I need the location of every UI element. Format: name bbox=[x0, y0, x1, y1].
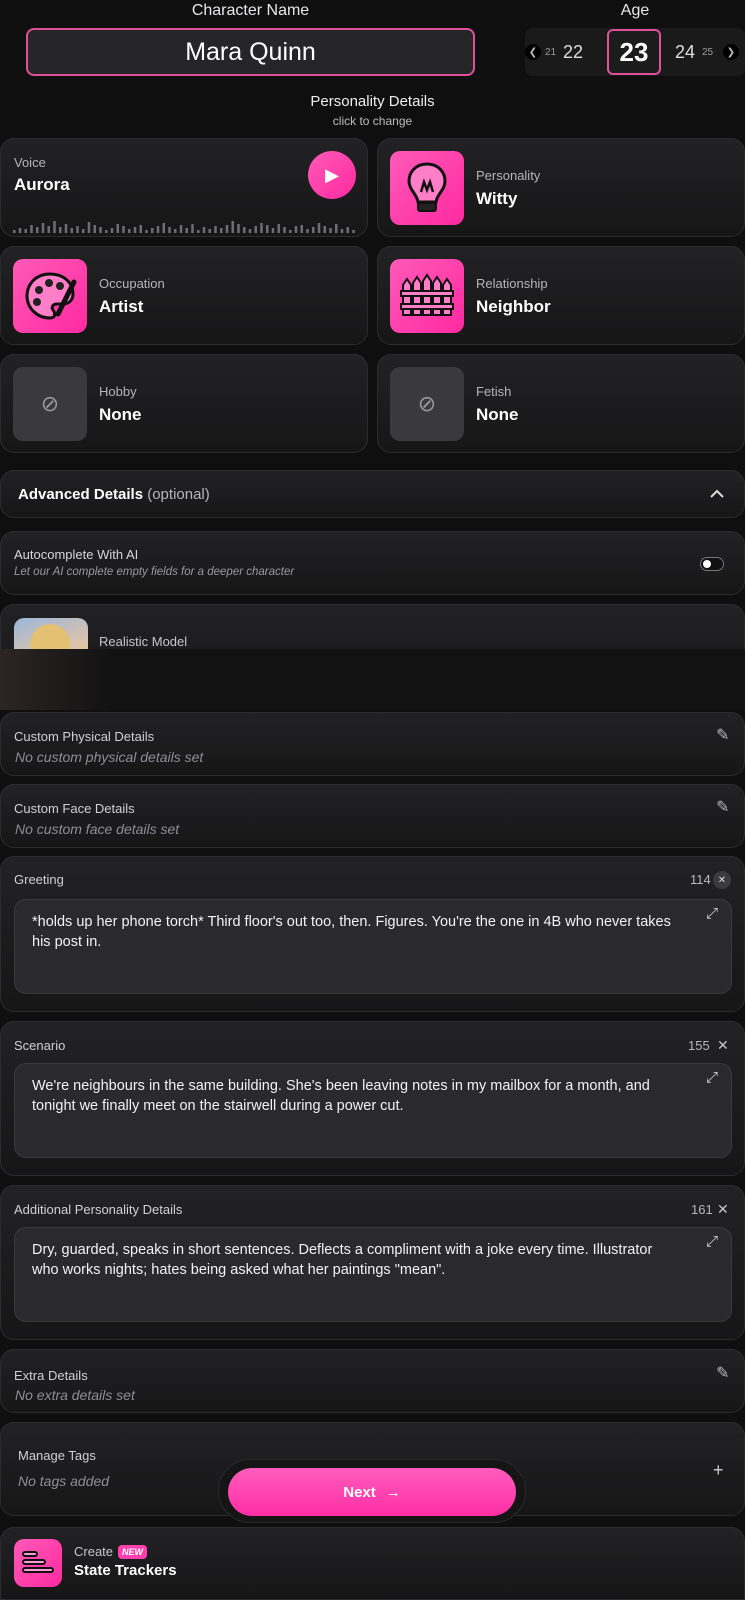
relationship-value: Neighbor bbox=[476, 297, 551, 316]
state-trackers-create: Create bbox=[74, 1544, 114, 1559]
expand-icon[interactable]: ⤢ bbox=[706, 1069, 718, 1086]
manage-tags-value: No tags added bbox=[18, 1473, 110, 1489]
fetish-card[interactable]: ⊘ Fetish None bbox=[377, 354, 745, 453]
manage-tags-label: Manage Tags bbox=[18, 1448, 96, 1463]
greeting-textarea[interactable]: *holds up her phone torch* Third floor's… bbox=[14, 899, 732, 994]
model-shadow-area bbox=[0, 649, 745, 710]
character-name-input[interactable]: Mara Quinn bbox=[26, 28, 475, 76]
voice-value: Aurora bbox=[14, 175, 70, 194]
tracker-icon bbox=[14, 1539, 62, 1587]
greeting-char-count: 114 bbox=[690, 872, 711, 887]
relationship-label: Relationship bbox=[476, 276, 548, 291]
age-option[interactable]: 22 bbox=[563, 28, 583, 76]
expand-icon[interactable]: ⤢ bbox=[706, 905, 718, 922]
age-selected[interactable]: 23 bbox=[607, 29, 661, 75]
extra-details-value: No extra details set bbox=[15, 1387, 135, 1403]
custom-physical-value: No custom physical details set bbox=[15, 749, 204, 765]
age-option[interactable]: 24 bbox=[675, 28, 695, 76]
age-option[interactable]: 25 bbox=[702, 28, 713, 76]
personality-section-hint: click to change bbox=[332, 114, 413, 128]
age-option[interactable]: 21 bbox=[545, 28, 556, 76]
lightbulb-icon bbox=[390, 151, 464, 225]
age-next-icon[interactable]: ❯ bbox=[723, 44, 739, 60]
pencil-icon[interactable]: ✎ bbox=[716, 797, 729, 817]
play-icon[interactable]: ▶ bbox=[308, 151, 356, 199]
clear-icon[interactable]: ✕ bbox=[717, 1037, 729, 1054]
personality-card[interactable]: Personality Witty bbox=[377, 138, 745, 237]
scenario-char-count: 155 bbox=[688, 1038, 710, 1053]
palette-icon bbox=[13, 259, 87, 333]
hobby-value: None bbox=[99, 405, 142, 424]
greeting-label: Greeting bbox=[14, 872, 64, 887]
custom-physical-card[interactable]: Custom Physical Details No custom physic… bbox=[0, 712, 745, 776]
custom-face-label: Custom Face Details bbox=[14, 801, 135, 816]
hobby-card[interactable]: ⊘ Hobby None bbox=[0, 354, 368, 453]
occupation-label: Occupation bbox=[99, 276, 165, 291]
arrow-right-icon: → bbox=[385, 1483, 401, 1501]
voice-card[interactable]: Voice Aurora ▶ bbox=[0, 138, 368, 237]
relationship-card[interactable]: Relationship Neighbor bbox=[377, 246, 745, 345]
personality-section-title: Personality Details bbox=[310, 93, 435, 110]
new-badge: NEW bbox=[118, 1544, 148, 1559]
model-card[interactable]: Realistic Model bbox=[0, 604, 745, 649]
pencil-icon[interactable]: ✎ bbox=[716, 725, 729, 745]
extra-details-label: Extra Details bbox=[14, 1368, 88, 1383]
clear-icon[interactable]: ✕ bbox=[717, 1201, 729, 1218]
none-icon: ⊘ bbox=[13, 367, 87, 441]
autocomplete-hint: Let our AI complete empty fields for a d… bbox=[14, 566, 295, 578]
model-label: Realistic Model bbox=[99, 634, 188, 649]
fetish-value: None bbox=[476, 405, 519, 424]
scenario-label: Scenario bbox=[14, 1038, 66, 1053]
expand-icon[interactable]: ⤢ bbox=[706, 1233, 718, 1250]
autocomplete-row[interactable]: Autocomplete With AI Let our AI complete… bbox=[0, 531, 745, 595]
hobby-label: Hobby bbox=[99, 384, 137, 399]
chevron-up-icon[interactable] bbox=[710, 489, 724, 499]
model-thumbnail bbox=[14, 618, 88, 649]
personality-value: Witty bbox=[476, 189, 518, 208]
state-trackers-title: State Trackers bbox=[74, 1562, 177, 1579]
advanced-details-optional: (optional) bbox=[147, 486, 210, 503]
pencil-icon[interactable]: ✎ bbox=[716, 1363, 729, 1383]
custom-face-value: No custom face details set bbox=[15, 821, 180, 837]
personality-label: Personality bbox=[476, 168, 541, 183]
fence-icon bbox=[390, 259, 464, 333]
additional-personality-card: Additional Personality Details 161 ✕ Dry… bbox=[0, 1185, 745, 1340]
state-trackers-card[interactable]: Create NEW State Trackers bbox=[0, 1527, 745, 1600]
custom-physical-label: Custom Physical Details bbox=[14, 729, 155, 744]
additional-personality-label: Additional Personality Details bbox=[14, 1202, 183, 1217]
scenario-textarea[interactable]: We're neighbours in the same building. S… bbox=[14, 1063, 732, 1158]
age-picker[interactable]: ❮ 21 22 23 24 25 ❯ bbox=[525, 28, 745, 76]
age-label: Age bbox=[620, 2, 650, 19]
additional-personality-textarea[interactable]: Dry, guarded, speaks in short sentences.… bbox=[14, 1227, 732, 1322]
occupation-value: Artist bbox=[99, 297, 144, 316]
greeting-card: Greeting 114 ✕ *holds up her phone torch… bbox=[0, 856, 745, 1012]
age-prev-icon[interactable]: ❮ bbox=[525, 44, 541, 60]
none-icon: ⊘ bbox=[390, 367, 464, 441]
model-card-clip: Realistic Model bbox=[0, 604, 745, 649]
voice-label: Voice bbox=[14, 155, 46, 170]
custom-face-card[interactable]: Custom Face Details No custom face detai… bbox=[0, 784, 745, 848]
autocomplete-label: Autocomplete With AI bbox=[14, 547, 139, 562]
additional-personality-char-count: 161 bbox=[691, 1202, 713, 1217]
advanced-details-toggle[interactable]: Advanced Details (optional) bbox=[0, 470, 745, 518]
clear-icon[interactable]: ✕ bbox=[713, 871, 731, 889]
character-name-label: Character Name bbox=[191, 2, 310, 19]
autocomplete-toggle[interactable] bbox=[700, 557, 724, 571]
scenario-card: Scenario 155 ✕ We're neighbours in the s… bbox=[0, 1021, 745, 1176]
extra-details-card[interactable]: Extra Details No extra details set ✎ bbox=[0, 1349, 745, 1413]
occupation-card[interactable]: Occupation Artist bbox=[0, 246, 368, 345]
advanced-details-title: Advanced Details bbox=[18, 486, 144, 503]
fetish-label: Fetish bbox=[476, 384, 512, 399]
next-button[interactable]: Next → bbox=[228, 1468, 516, 1516]
plus-icon[interactable]: + bbox=[713, 1460, 724, 1481]
voice-waveform bbox=[13, 221, 355, 233]
next-button-label: Next bbox=[343, 1483, 376, 1501]
